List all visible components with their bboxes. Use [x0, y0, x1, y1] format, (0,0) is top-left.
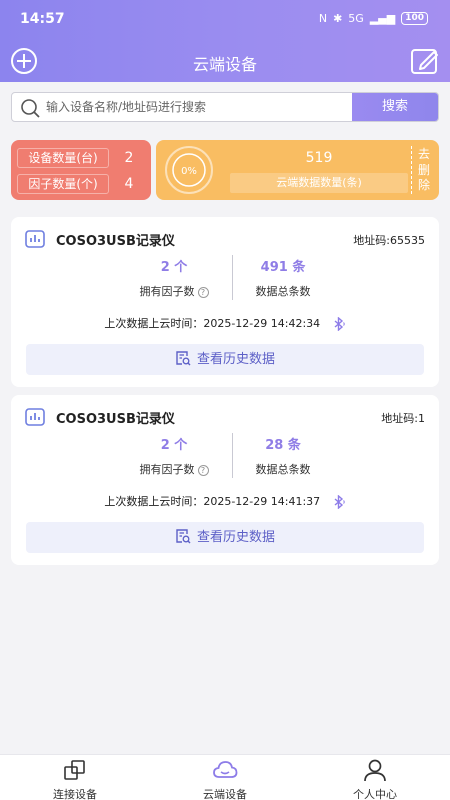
upload-time: 上次数据上云时间：2025-12-29 14:41:37 — [104, 495, 321, 508]
device-stats-card: 设备数量(台) 2 因子数量(个) 4 — [11, 140, 151, 200]
device-address: 地址码:1 — [381, 412, 425, 425]
progress-percent: 0% — [181, 166, 197, 177]
tab-label: 连接设备 — [53, 788, 97, 800]
person-icon — [364, 759, 386, 782]
history-search-icon — [176, 351, 191, 366]
data-count-block: 28 条 数据总条数 — [208, 434, 358, 477]
divider — [411, 146, 412, 194]
device-count-value: 2 — [124, 150, 134, 166]
data-count-block: 491 条 数据总条数 — [208, 256, 358, 299]
help-icon[interactable]: ? — [197, 464, 209, 476]
bottom-tab-bar: 连接设备 云端设备 个人中心 — [0, 754, 450, 800]
bluetooth-icon — [334, 317, 345, 331]
help-icon[interactable]: ? — [197, 286, 209, 298]
edit-icon[interactable] — [410, 47, 440, 75]
cloud-data-card: 0% 519 云端数据数量(条) 去删除 — [156, 140, 439, 200]
factor-count-caption: 拥有因子数 — [139, 285, 195, 298]
device-card[interactable]: COSO3USB记录仪 地址码:65535 2 个 拥有因子数? 491 条 数… — [11, 217, 439, 387]
device-chart-icon — [25, 230, 45, 248]
nav-header: 云端设备 — [0, 40, 450, 82]
factor-count-value: 4 — [124, 176, 134, 192]
search-icon — [21, 99, 40, 118]
view-history-label: 查看历史数据 — [196, 530, 275, 545]
page-title: 云端设备 — [192, 55, 257, 74]
app-header-background: 14:57 N ✱ 5G ▂▄▆ 100 云端设备 — [0, 0, 450, 82]
search-button[interactable]: 搜索 — [352, 93, 438, 121]
tab-personal-center[interactable]: 个人中心 — [300, 758, 450, 800]
upload-time: 上次数据上云时间：2025-12-29 14:42:34 — [104, 317, 321, 330]
tab-cloud-device[interactable]: 云端设备 — [150, 758, 300, 800]
storage-progress-ring: 0% — [165, 146, 213, 194]
view-history-button[interactable]: 查看历史数据 — [26, 344, 424, 375]
upload-time-row: 上次数据上云时间：2025-12-29 14:42:34 — [11, 315, 439, 331]
data-count-caption: 数据总条数 — [255, 285, 311, 298]
device-chart-icon — [25, 408, 45, 426]
view-history-label: 查看历史数据 — [196, 352, 275, 367]
data-count: 28 条 — [265, 438, 301, 453]
device-name: COSO3USB记录仪 — [56, 412, 175, 427]
device-count-label: 设备数量(台) — [17, 148, 109, 168]
connect-device-icon — [64, 760, 85, 780]
factor-count-label: 因子数量(个) — [17, 174, 109, 194]
upload-time-row: 上次数据上云时间：2025-12-29 14:41:37 — [11, 493, 439, 509]
tab-label: 云端设备 — [203, 788, 247, 800]
delete-button[interactable]: 去删除 — [417, 147, 431, 194]
battery-icon: 100 — [401, 12, 428, 25]
device-card[interactable]: COSO3USB记录仪 地址码:1 2 个 拥有因子数? 28 条 数据总条数 … — [11, 395, 439, 565]
search-input[interactable] — [46, 93, 351, 121]
cloud-icon — [213, 761, 238, 778]
factor-count-row: 因子数量(个) 4 — [17, 174, 145, 196]
status-bar: 14:57 N ✱ 5G ▂▄▆ 100 — [0, 0, 450, 40]
device-name: COSO3USB记录仪 — [56, 234, 175, 249]
device-count-row: 设备数量(台) 2 — [17, 148, 145, 170]
view-history-button[interactable]: 查看历史数据 — [26, 522, 424, 553]
cloud-data-count: 519 — [305, 150, 333, 166]
data-count-caption: 数据总条数 — [255, 463, 311, 476]
factor-count-caption: 拥有因子数 — [139, 463, 195, 476]
status-icons: N ✱ 5G ▂▄▆ 100 — [319, 12, 428, 25]
search-bar: 搜索 — [11, 92, 439, 122]
tab-label: 个人中心 — [353, 788, 397, 800]
device-address: 地址码:65535 — [353, 234, 425, 247]
history-search-icon — [176, 529, 191, 544]
signal-icon: ▂▄▆ — [369, 12, 396, 25]
bluetooth-status-icon: ✱ — [333, 12, 343, 25]
network-label: 5G — [348, 12, 364, 25]
tab-connect-device[interactable]: 连接设备 — [0, 758, 150, 800]
bluetooth-icon — [334, 495, 345, 509]
status-time: 14:57 — [20, 11, 65, 27]
cloud-data-label: 云端数据数量(条) — [230, 173, 408, 193]
data-count: 491 条 — [260, 260, 306, 275]
nfc-icon: N — [318, 12, 328, 25]
